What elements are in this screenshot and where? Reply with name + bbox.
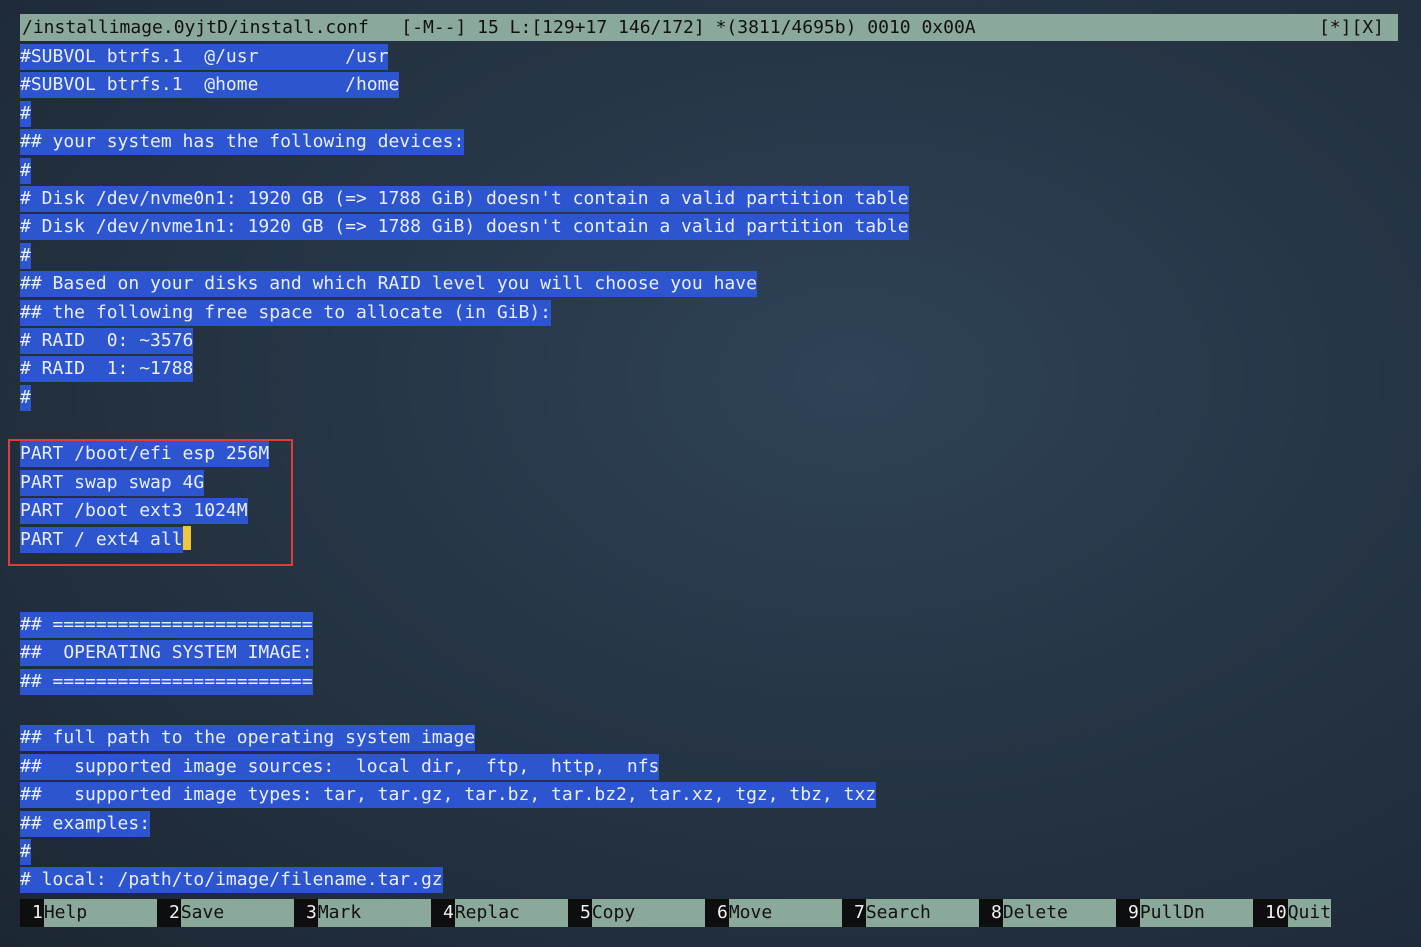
editor-line-text: # <box>20 384 31 411</box>
editor-line[interactable]: # Disk /dev/nvme1n1: 1920 GB (=> 1788 Gi… <box>20 213 1400 241</box>
editor-line[interactable]: # Disk /dev/nvme0n1: 1920 GB (=> 1788 Gi… <box>20 185 1400 213</box>
editor-line-text: ## ======================== <box>20 611 313 638</box>
editor-line[interactable]: #SUBVOL btrfs.1 @/usr /usr <box>20 43 1400 71</box>
editor-line-text: # RAID 0: ~3576 <box>20 327 194 354</box>
fkey-copy[interactable]: 5 Copy <box>568 899 705 927</box>
fkey-label: PullDn <box>1139 899 1253 927</box>
fkey-number: 3 <box>294 899 318 927</box>
fkey-number: 9 <box>1116 899 1140 927</box>
editor-line[interactable]: ## Based on your disks and which RAID le… <box>20 270 1400 298</box>
editor-line-text: # local: /path/to/image/filename.tar.gz <box>20 867 443 894</box>
editor-line-text: # <box>20 242 31 269</box>
fkey-save[interactable]: 2 Save <box>157 899 294 927</box>
function-key-bar: 1 Help 2 Save 3 Mark 4 Replac 5 Copy 6 Move 7 Search 8… <box>20 899 1332 927</box>
editor-line-text: # <box>20 838 31 865</box>
fkey-label: Copy <box>591 899 705 927</box>
editor-line-text: # <box>20 157 31 184</box>
editor-line[interactable]: #SUBVOL btrfs.1 @home /home <box>20 71 1400 99</box>
editor-line[interactable]: ## supported image sources: local dir, f… <box>20 753 1400 781</box>
editor-line[interactable] <box>20 582 1400 610</box>
editor-line-text: ## Based on your disks and which RAID le… <box>20 271 757 298</box>
editor-line[interactable]: # <box>20 838 1400 866</box>
editor-line[interactable]: # local: /path/to/image/filename.tar.gz <box>20 866 1400 894</box>
editor-line[interactable]: ## ======================== <box>20 611 1400 639</box>
editor-line-text: #SUBVOL btrfs.1 @/usr /usr <box>20 44 389 70</box>
editor-line-text: # RAID 1: ~1788 <box>20 356 194 383</box>
editor-line[interactable]: ## supported image types: tar, tar.gz, t… <box>20 781 1400 809</box>
editor-line[interactable]: ## examples: <box>20 810 1400 838</box>
status-info: [-M--] 15 L:[129+17 146/172] *(3811/4695… <box>368 17 976 38</box>
editor-line[interactable]: ## full path to the operating system ima… <box>20 724 1400 752</box>
fkey-pulldn[interactable]: 9 PullDn <box>1116 899 1253 927</box>
editor-line-text: ## supported image types: tar, tar.gz, t… <box>20 782 877 809</box>
fkey-label: Help <box>43 899 157 927</box>
partition-highlight-box <box>8 439 293 566</box>
fkey-label: Search <box>865 899 979 927</box>
fkey-mark[interactable]: 3 Mark <box>294 899 431 927</box>
editor-line-text: # Disk /dev/nvme1n1: 1920 GB (=> 1788 Gi… <box>20 214 909 241</box>
fkey-move[interactable]: 6 Move <box>705 899 842 927</box>
fkey-help[interactable]: 1 Help <box>20 899 157 927</box>
fkey-replac[interactable]: 4 Replac <box>431 899 568 927</box>
fkey-label: Delete <box>1002 899 1116 927</box>
fkey-quit[interactable]: 10 Quit <box>1253 899 1332 927</box>
fkey-number: 1 <box>20 899 44 927</box>
editor-line[interactable]: # <box>20 242 1400 270</box>
editor-line-text: ## examples: <box>20 810 151 837</box>
fkey-number: 2 <box>157 899 181 927</box>
fkey-search[interactable]: 7 Search <box>842 899 979 927</box>
editor-line[interactable]: ## ======================== <box>20 668 1400 696</box>
editor-line-text: # <box>20 100 31 127</box>
editor-line-text: ## ======================== <box>20 668 313 695</box>
editor-line-text: ## supported image sources: local dir, f… <box>20 753 660 780</box>
fkey-label: Mark <box>317 899 431 927</box>
editor-line[interactable]: ## the following free space to allocate … <box>20 299 1400 327</box>
fkey-number: 10 <box>1253 899 1288 927</box>
editor-line[interactable]: ## OPERATING SYSTEM IMAGE: <box>20 639 1400 667</box>
window-controls[interactable]: [*][X] <box>1319 14 1384 41</box>
status-left: /installimage.0yjtD/install.conf [-M--] … <box>22 14 976 41</box>
editor-line[interactable]: # RAID 0: ~3576 <box>20 327 1400 355</box>
editor-line[interactable]: ## your system has the following devices… <box>20 128 1400 156</box>
fkey-label: Save <box>180 899 294 927</box>
editor-line-text: #SUBVOL btrfs.1 @home /home <box>20 72 400 99</box>
editor-status-bar: /installimage.0yjtD/install.conf [-M--] … <box>20 14 1398 41</box>
editor-line-text: # Disk /dev/nvme0n1: 1920 GB (=> 1788 Gi… <box>20 185 909 212</box>
terminal-screen: /installimage.0yjtD/install.conf [-M--] … <box>0 0 1421 947</box>
fkey-label: Move <box>728 899 842 927</box>
editor-line-text: ## full path to the operating system ima… <box>20 725 476 752</box>
editor-line[interactable]: # <box>20 157 1400 185</box>
fkey-number: 4 <box>431 899 455 927</box>
fkey-number: 8 <box>979 899 1003 927</box>
fkey-label: Quit <box>1287 899 1332 927</box>
editor-line[interactable] <box>20 412 1400 440</box>
editor-line-text: ## the following free space to allocate … <box>20 299 552 326</box>
fkey-delete[interactable]: 8 Delete <box>979 899 1116 927</box>
fkey-number: 7 <box>842 899 866 927</box>
editor-line[interactable]: # RAID 1: ~1788 <box>20 355 1400 383</box>
editor-line[interactable]: # <box>20 384 1400 412</box>
fkey-label: Replac <box>454 899 568 927</box>
fkey-number: 5 <box>568 899 592 927</box>
editor-line-text: ## your system has the following devices… <box>20 129 465 156</box>
editor-line[interactable] <box>20 696 1400 724</box>
fkey-number: 6 <box>705 899 729 927</box>
editor-line[interactable]: # <box>20 100 1400 128</box>
editor-line-text: ## OPERATING SYSTEM IMAGE: <box>20 640 313 667</box>
file-path: /installimage.0yjtD/install.conf <box>22 17 369 38</box>
